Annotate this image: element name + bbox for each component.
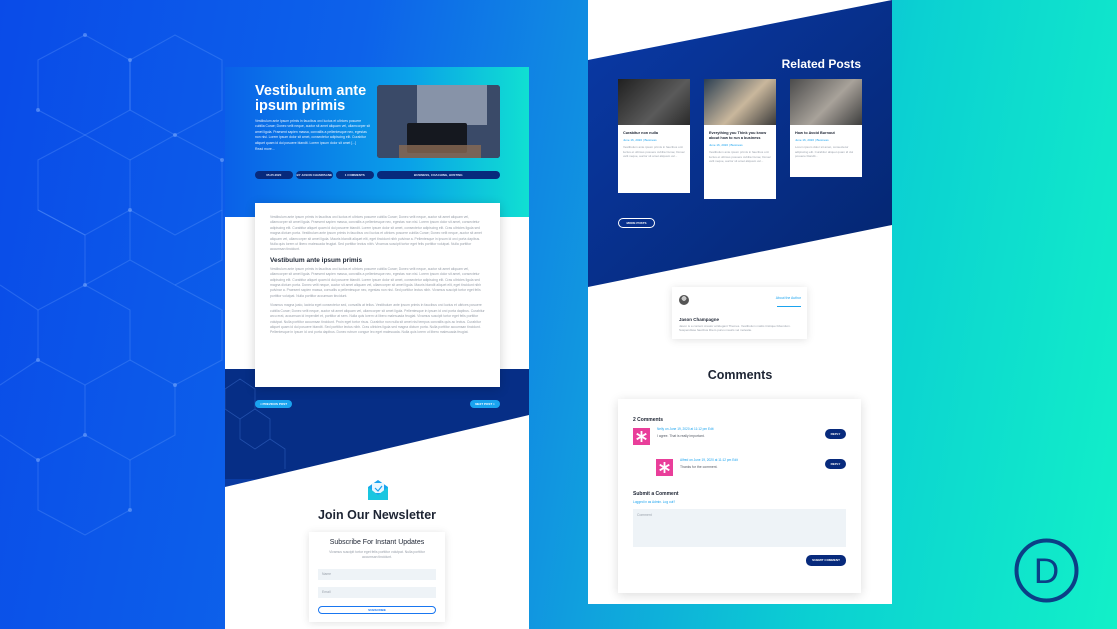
newsletter-email-field[interactable]: Email xyxy=(318,587,436,598)
comment-author-meta[interactable]: Nelly on June 19, 2020 at 11:12 pm Edit xyxy=(657,427,713,431)
comments-section: 2 Comments Nelly on June 19, 2020 at 11:… xyxy=(618,399,861,593)
related-posts-heading: Related Posts xyxy=(781,57,861,71)
author-label-underline xyxy=(777,306,801,307)
comments-count: 2 Comments xyxy=(633,417,664,423)
divi-logo-letter: D xyxy=(1034,552,1059,591)
related-post-image[interactable] xyxy=(618,79,690,125)
logged-in-note[interactable]: Logged in as Admin. Log out? xyxy=(633,500,675,504)
reply-button[interactable]: REPLY xyxy=(825,429,846,439)
post-categories[interactable]: BUSINESS, COACHING, HOSTING xyxy=(376,171,500,179)
newsletter-name-field[interactable]: Name xyxy=(318,569,436,580)
newsletter-signup-card: Subscribe For Instant Updates Vivamus su… xyxy=(309,532,445,622)
blog-post-bottom-preview: Related Posts Curabitur non nulla June 1… xyxy=(588,0,892,604)
post-date: 05.25.2020 xyxy=(255,171,293,179)
divi-logo: D xyxy=(1014,538,1079,603)
post-comments-link[interactable]: 1 COMMENTS xyxy=(336,171,374,179)
subscribe-button[interactable]: SUBSCRIBE xyxy=(318,606,436,614)
previous-post-button[interactable]: < PREVIOUS POST xyxy=(255,400,292,408)
asterisk-avatar-icon xyxy=(659,462,670,473)
about-author-label: About the Author xyxy=(775,296,801,300)
newsletter-heading: Join Our Newsletter xyxy=(317,508,437,522)
comment-author-meta[interactable]: Alfred on June 19, 2020 at 11:12 pm Edit xyxy=(680,458,738,462)
comment-text: I agree. That is really important. xyxy=(657,434,705,438)
related-post-meta: June 16, 2020 | Business xyxy=(795,138,829,142)
related-post-title[interactable]: Everything you Think you know about how … xyxy=(709,131,771,141)
next-post-button[interactable]: NEXT POST > xyxy=(470,400,500,408)
commenter-avatar xyxy=(656,459,673,476)
related-post-card[interactable]: Curabitur non nulla June 16, 2020 | Busi… xyxy=(618,79,690,193)
related-post-title[interactable]: How to Avoid Burnout xyxy=(795,131,857,136)
read-more-link[interactable]: Read more... xyxy=(255,147,371,152)
submit-comment-heading: Submit a Comment xyxy=(633,491,679,497)
author-box: About the Author Jason Champagne Jason i… xyxy=(672,287,807,339)
related-post-meta: June 16, 2020 | Business xyxy=(709,143,743,147)
comment-text: Thanks for the comment. xyxy=(680,465,718,469)
comment-textarea[interactable]: Comment xyxy=(633,509,846,547)
post-meta-bar: 05.25.2020 BY JASON CHAMPAGNE 1 COMMENTS… xyxy=(255,171,500,179)
related-post-card[interactable]: Everything you Think you know about how … xyxy=(704,79,776,199)
more-posts-button[interactable]: MORE POSTS xyxy=(618,218,655,228)
post-title: Vestibulum ante ipsum primis xyxy=(255,83,367,114)
newsletter-card-text: Vivamus suscipit tortor eget felis portt… xyxy=(329,550,425,559)
related-post-excerpt: Vestibulum ante ipsum primis in faucibus… xyxy=(709,150,771,164)
related-post-meta: June 16, 2020 | Business xyxy=(623,138,657,142)
post-excerpt: Vestibulum ante ipsum primis in faucibus… xyxy=(255,119,371,152)
reply-button[interactable]: REPLY xyxy=(825,459,846,469)
newsletter-card-title: Subscribe For Instant Updates xyxy=(329,539,425,546)
newsletter-envelope-icon xyxy=(368,480,388,500)
featured-image xyxy=(377,85,500,158)
related-post-title[interactable]: Curabitur non nulla xyxy=(623,131,685,136)
asterisk-avatar-icon xyxy=(636,431,647,442)
section-slant-divider xyxy=(225,415,529,487)
laptop-photo xyxy=(377,85,500,158)
author-name: Jason Champagne xyxy=(679,317,720,322)
related-post-excerpt: Vestibulum ante ipsum primis in faucibus… xyxy=(623,145,685,159)
commenter-avatar xyxy=(633,428,650,445)
article-paragraph: Vestibulum ante ipsum primis in faucibus… xyxy=(270,215,482,252)
related-post-image[interactable] xyxy=(790,79,862,125)
article-paragraph: Vivamus magna justo, lacinia eget consec… xyxy=(270,303,485,335)
hexagon-pattern-background xyxy=(0,33,224,536)
article-body-card: Vestibulum ante ipsum primis in faucibus… xyxy=(255,203,500,387)
author-avatar xyxy=(679,295,689,305)
related-post-image[interactable] xyxy=(704,79,776,125)
related-post-excerpt: Lorem ipsum dolor sit amet, consectetur … xyxy=(795,145,854,159)
article-paragraph: Vestibulum ante ipsum primis in faucibus… xyxy=(270,266,482,298)
article-subheading: Vestibulum ante ipsum primis xyxy=(270,256,363,264)
submit-comment-button[interactable]: SUBMIT COMMENT xyxy=(806,555,846,566)
related-post-card[interactable]: How to Avoid Burnout June 16, 2020 | Bus… xyxy=(790,79,862,177)
blog-post-page-preview: Vestibulum ante ipsum primis Vestibulum … xyxy=(225,67,529,629)
author-bio: Jason is a content creator at Elegant Th… xyxy=(679,324,791,333)
post-author-link[interactable]: BY JASON CHAMPAGNE xyxy=(295,171,334,179)
post-excerpt-text: Vestibulum ante ipsum primis in faucibus… xyxy=(255,119,370,145)
comments-heading: Comments xyxy=(707,368,773,382)
